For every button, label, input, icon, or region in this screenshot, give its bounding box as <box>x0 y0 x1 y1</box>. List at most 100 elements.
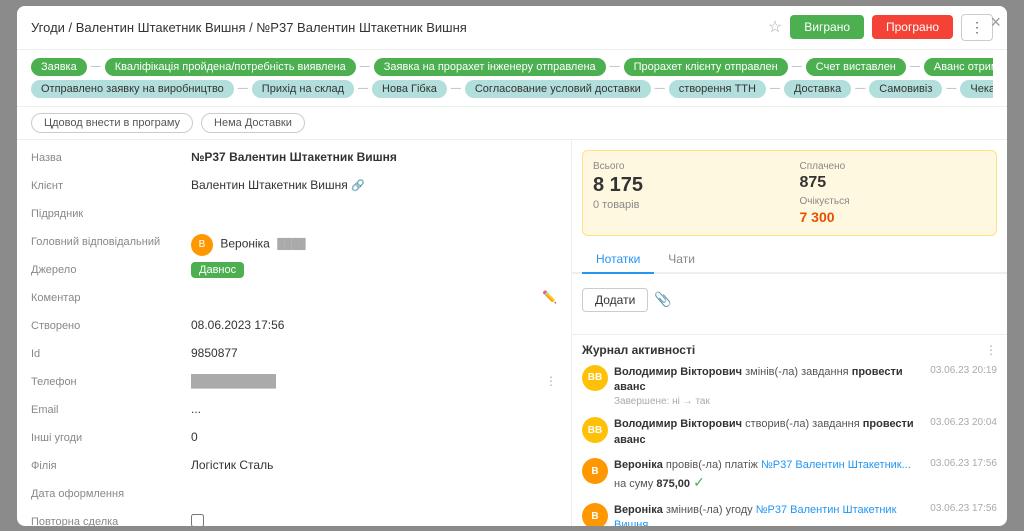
stage-advance[interactable]: Аванс отриманий <box>924 58 993 76</box>
pipeline-container: Заявка — Кваліфікація пройдена/потребніс… <box>17 50 1007 107</box>
summary-card: Всього 8 175 0 товарів Сплачено 875 Очік… <box>582 150 997 236</box>
responsible-name: Вероніка <box>220 236 270 250</box>
left-panel: Назва №Р37 Валентин Штакетник Вишня Кліє… <box>17 140 572 526</box>
stage-kval[interactable]: Кваліфікація пройдена/потребність виявле… <box>105 58 356 76</box>
modal-title: Угоди / Валентин Штакетник Вишня / №Р37 … <box>31 20 467 35</box>
stage-zayvka[interactable]: Заявка <box>31 58 87 76</box>
phone-value: ██████████ ⋮ <box>191 374 557 388</box>
field-id: Id 9850877 <box>31 346 557 368</box>
stage-engineer[interactable]: Заявка на прорахет інженеру отправлена <box>374 58 606 76</box>
stage-wait-payment[interactable]: Чекаємо гроші з НП <box>960 80 993 98</box>
pipeline-row-2: Отправлено заявку на виробництво — Прихі… <box>31 80 993 98</box>
client-label: Клієнт <box>31 178 191 192</box>
deal-modal: Угоди / Валентин Штакетник Вишня / №Р37 … <box>17 6 1007 526</box>
email-value: ... <box>191 402 557 416</box>
close-button[interactable]: × <box>990 12 1001 33</box>
created-label: Створено <box>31 318 191 332</box>
source-value: Давнос <box>191 262 557 276</box>
comment-value: ✏️ <box>191 290 557 304</box>
repeat-checkbox[interactable] <box>191 514 204 526</box>
modal-overlay: Угоди / Валентин Штакетник Вишня / №Р37 … <box>0 0 1024 531</box>
activity-item: В Вероніка провів(-ла) платіж №Р37 Вален… <box>582 458 997 493</box>
more-button[interactable]: ⋮ <box>961 14 993 41</box>
fields-section: Назва №Р37 Валентин Штакетник Вишня Кліє… <box>17 140 571 526</box>
client-value: Валентин Штакетник Вишня 🔗 <box>191 178 557 192</box>
summary-total-label: Всього <box>593 161 780 172</box>
won-button[interactable]: Виграно <box>790 15 864 39</box>
activity-text: Володимир Вікторович змінів(-ла) завданн… <box>614 365 924 396</box>
activity-text: Вероніка провів(-ла) платіж №Р37 Валенти… <box>614 458 924 493</box>
field-source: Джерело Давнос <box>31 262 557 284</box>
other-deals-label: Інші угоди <box>31 430 191 444</box>
right-panel: Всього 8 175 0 товарів Сплачено 875 Очік… <box>572 140 1007 526</box>
responsible-redacted: ████ <box>277 239 305 250</box>
pipeline-row-1: Заявка — Кваліфікація пройдена/потребніс… <box>31 58 993 76</box>
summary-total-col: Всього 8 175 0 товарів <box>593 161 780 225</box>
activity-item: ВВ Володимир Вікторович створив(-ла) зав… <box>582 417 997 448</box>
activity-time: 03.06.23 17:56 <box>930 458 997 469</box>
activity-sub: Завершене: ні → так <box>614 396 924 407</box>
field-name: Назва №Р37 Валентин Штакетник Вишня <box>31 150 557 172</box>
summary-paid-label: Сплачено <box>800 161 987 172</box>
activity-avatar: ВВ <box>582 417 608 443</box>
content-area: Назва №Р37 Валентин Штакетник Вишня Кліє… <box>17 140 1007 526</box>
field-branch: Філія Логістик Сталь <box>31 458 557 480</box>
activity-content: Володимир Вікторович створив(-ла) завдан… <box>614 417 924 448</box>
activity-content: Володимир Вікторович змінів(-ла) завданн… <box>614 365 924 408</box>
responsible-avatar: В <box>191 234 213 256</box>
comment-edit-icon[interactable]: ✏️ <box>542 290 557 304</box>
activity-item: ВВ Володимир Вікторович змінів(-ла) завд… <box>582 365 997 408</box>
activity-text: Вероніка змінив(-ла) угоду №Р37 Валентин… <box>614 503 924 525</box>
star-icon[interactable]: ☆ <box>768 17 782 37</box>
responsible-value: В Вероніка ████ <box>191 234 557 256</box>
notes-area: Додати 📎 <box>572 274 1007 334</box>
summary-paid-amount: 875 <box>800 174 987 192</box>
activity-more-icon[interactable]: ⋮ <box>985 343 997 357</box>
id-value: 9850877 <box>191 346 557 360</box>
add-note-button[interactable]: Додати <box>582 288 648 312</box>
name-label: Назва <box>31 150 191 164</box>
check-icon: ✓ <box>693 474 705 490</box>
field-client: Клієнт Валентин Штакетник Вишня 🔗 <box>31 178 557 200</box>
stage-client[interactable]: Прорахет клієнту отправлен <box>624 58 788 76</box>
responsible-label: Головний відповідальний <box>31 234 191 248</box>
summary-expected-label: Очікується <box>800 196 987 207</box>
attach-icon[interactable]: 📎 <box>654 291 671 308</box>
source-badge[interactable]: Давнос <box>191 262 244 278</box>
stage-pickup[interactable]: Самовивіз <box>869 80 942 98</box>
repeat-label: Повторна сделка <box>31 514 191 526</box>
id-label: Id <box>31 346 191 360</box>
name-value: №Р37 Валентин Штакетник Вишня <box>191 150 557 164</box>
activity-time: 03.06.23 20:04 <box>930 417 997 428</box>
add-note-row: Додати 📎 <box>582 288 997 312</box>
stage-invoice[interactable]: Счет виставлен <box>806 58 906 76</box>
branch-value: Логістик Сталь <box>191 458 557 472</box>
action-no-delivery[interactable]: Нема Доставки <box>201 113 305 133</box>
activity-title: Журнал активності <box>582 343 695 357</box>
activity-avatar: ВВ <box>582 365 608 391</box>
field-date: Дата оформлення <box>31 486 557 508</box>
stage-ttn[interactable]: створення ТТН <box>669 80 766 98</box>
stage-delivery[interactable]: Доставка <box>784 80 851 98</box>
tab-notes[interactable]: Нотатки <box>582 246 654 274</box>
field-supplier: Підрядник <box>31 206 557 228</box>
field-other-deals: Інші угоди 0 <box>31 430 557 452</box>
field-comment: Коментар ✏️ <box>31 290 557 312</box>
created-value: 08.06.2023 17:56 <box>191 318 557 332</box>
client-link-icon[interactable]: 🔗 <box>351 180 365 192</box>
lost-button[interactable]: Програно <box>872 15 953 39</box>
field-responsible: Головний відповідальний В Вероніка ████ <box>31 234 557 256</box>
stage-gibka[interactable]: Нова Гібка <box>372 80 447 98</box>
action-cdovod[interactable]: Цдовод внести в програму <box>31 113 193 133</box>
tab-chats[interactable]: Чати <box>654 246 709 274</box>
phone-label: Телефон <box>31 374 191 388</box>
activity-text: Володимир Вікторович створив(-ла) завдан… <box>614 417 924 448</box>
field-repeat: Повторна сделка <box>31 514 557 526</box>
activity-time: 03.06.23 17:56 <box>930 503 997 514</box>
phone-more-icon[interactable]: ⋮ <box>545 374 557 388</box>
stage-delivery-conditions[interactable]: Согласование условий доставки <box>465 80 651 98</box>
stage-warehouse[interactable]: Прихід на склад <box>252 80 354 98</box>
other-deals-value: 0 <box>191 430 557 444</box>
stage-prod[interactable]: Отправлено заявку на виробництво <box>31 80 234 98</box>
activity-avatar: В <box>582 458 608 484</box>
